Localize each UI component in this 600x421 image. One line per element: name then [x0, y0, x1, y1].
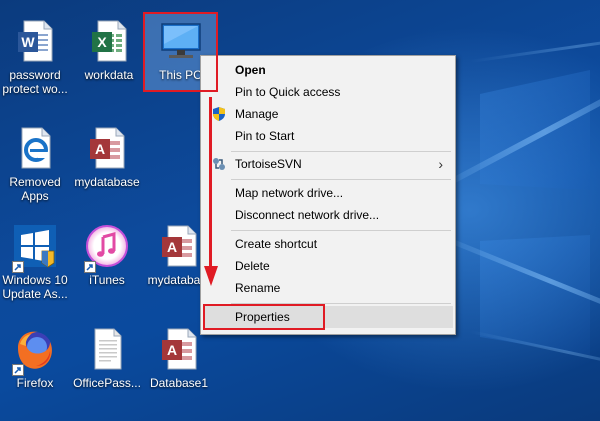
menu-item-label: TortoiseSVN [235, 157, 302, 171]
chevron-right-icon: › [438, 156, 443, 172]
itunes-icon [84, 223, 130, 273]
svg-text:W: W [21, 34, 35, 50]
menu-item-label: Open [235, 63, 266, 77]
menu-separator [231, 230, 451, 231]
word-doc-icon: W [12, 18, 58, 64]
menu-item-disconnect-network-drive[interactable]: Disconnect network drive... [203, 204, 453, 226]
blank-document-icon [84, 326, 130, 372]
menu-item-label: Disconnect network drive... [235, 208, 380, 222]
desktop-icon-label: iTunes [89, 273, 125, 287]
desktop-icon-officepass[interactable]: OfficePass... [72, 322, 142, 406]
svg-text:X: X [97, 34, 107, 50]
menu-item-rename[interactable]: Rename [203, 277, 453, 299]
annotation-arrow-down-icon [204, 266, 218, 286]
wallpaper-pane [480, 70, 590, 190]
desktop-icon-firefox[interactable]: Firefox [0, 322, 70, 406]
menu-item-open[interactable]: Open [203, 59, 453, 81]
edge-html-icon [12, 125, 58, 171]
annotation-highlight-this-pc [143, 12, 218, 92]
menu-item-map-network-drive[interactable]: Map network drive... [203, 182, 453, 204]
menu-item-delete[interactable]: Delete [203, 255, 453, 277]
uac-shield-icon [211, 106, 227, 122]
access-db-icon: A [156, 326, 202, 372]
desktop-icon-itunes[interactable]: iTunes [72, 219, 142, 303]
menu-item-label: Delete [235, 259, 270, 273]
tortoisesvn-icon [211, 156, 227, 172]
desktop-icon-password-protect[interactable]: W password protect wo... [0, 14, 70, 98]
annotation-highlight-properties [203, 304, 325, 330]
menu-item-label: Create shortcut [235, 237, 318, 251]
menu-item-label: Pin to Start [235, 129, 295, 143]
excel-sheet-icon: X [86, 18, 132, 64]
menu-separator [231, 151, 451, 152]
menu-item-tortoisesvn[interactable]: TortoiseSVN › [203, 153, 453, 175]
desktop-icon-label: password protect wo... [2, 68, 68, 96]
desktop-icon-label: OfficePass... [73, 376, 141, 390]
menu-item-label: Map network drive... [235, 186, 344, 200]
annotation-arrow-shaft [209, 97, 212, 269]
windows-logo-icon [12, 223, 58, 273]
menu-item-label: Pin to Quick access [235, 85, 341, 99]
menu-item-label: Rename [235, 281, 281, 295]
svg-text:A: A [95, 141, 105, 157]
shortcut-arrow-icon [84, 261, 96, 273]
desktop-icon-label: Removed Apps [9, 175, 61, 203]
desktop-icon-label: Database1 [149, 376, 209, 390]
menu-item-manage[interactable]: Manage [203, 103, 453, 125]
desktop-icon-windows-10-update[interactable]: Windows 10 Update As... [0, 219, 70, 303]
desktop-icon-label: Firefox [16, 376, 54, 390]
menu-item-pin-to-start[interactable]: Pin to Start [203, 125, 453, 147]
access-db-icon: A [84, 125, 130, 171]
wallpaper-light-beam [469, 29, 600, 63]
desktop-icon-label: mydatabase [74, 175, 140, 189]
desktop-icon-mydatabase[interactable]: A mydatabase [72, 121, 142, 205]
shortcut-arrow-icon [12, 261, 24, 273]
desktop-icon-label: workdata [84, 68, 134, 82]
desktop-icon-label: Windows 10 Update As... [2, 273, 68, 301]
menu-item-pin-to-quick-access[interactable]: Pin to Quick access [203, 81, 453, 103]
menu-item-create-shortcut[interactable]: Create shortcut [203, 233, 453, 255]
svg-text:A: A [167, 342, 177, 358]
context-menu: Open Pin to Quick access Manage Pin to S… [200, 55, 456, 335]
firefox-icon [12, 326, 58, 376]
svg-text:A: A [167, 239, 177, 255]
desktop-icon-removed-apps[interactable]: Removed Apps [0, 121, 70, 205]
access-db-icon: A [156, 223, 202, 269]
desktop-icon-workdata[interactable]: X workdata [74, 14, 144, 98]
menu-separator [231, 179, 451, 180]
shortcut-arrow-icon [12, 364, 24, 376]
menu-item-label: Manage [235, 107, 279, 121]
